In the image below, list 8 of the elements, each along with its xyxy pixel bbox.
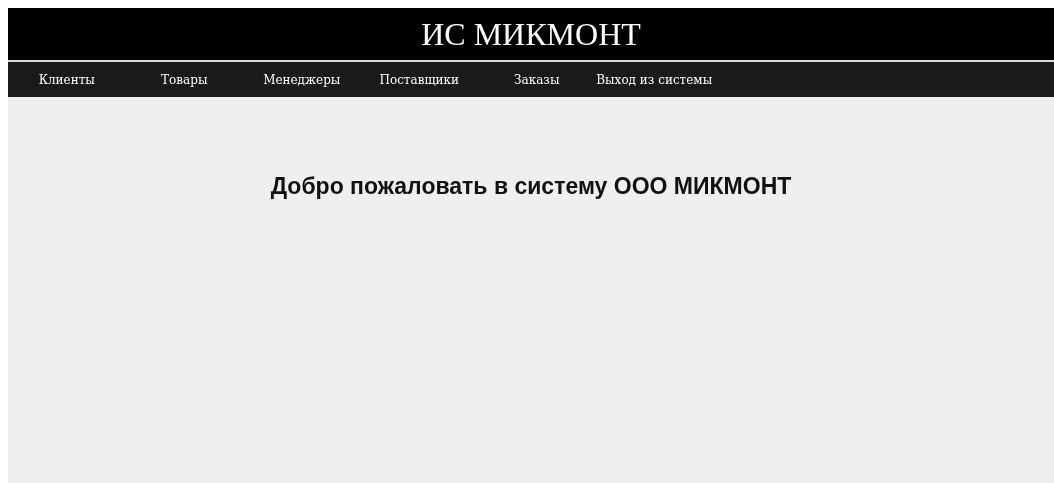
nav-link[interactable]: Выход из системы — [595, 72, 713, 87]
nav-link[interactable]: Клиенты — [8, 72, 126, 87]
site-title: ИС МИКМОНТ — [421, 15, 641, 53]
nav-link[interactable]: Заказы — [478, 72, 596, 87]
nav-link[interactable]: Товары — [125, 72, 243, 87]
welcome-heading: Добро пожаловать в систему ООО МИКМОНТ — [270, 173, 792, 201]
nav-link[interactable]: Менеджеры — [243, 72, 361, 87]
nav-link[interactable]: Поставщики — [360, 72, 478, 87]
